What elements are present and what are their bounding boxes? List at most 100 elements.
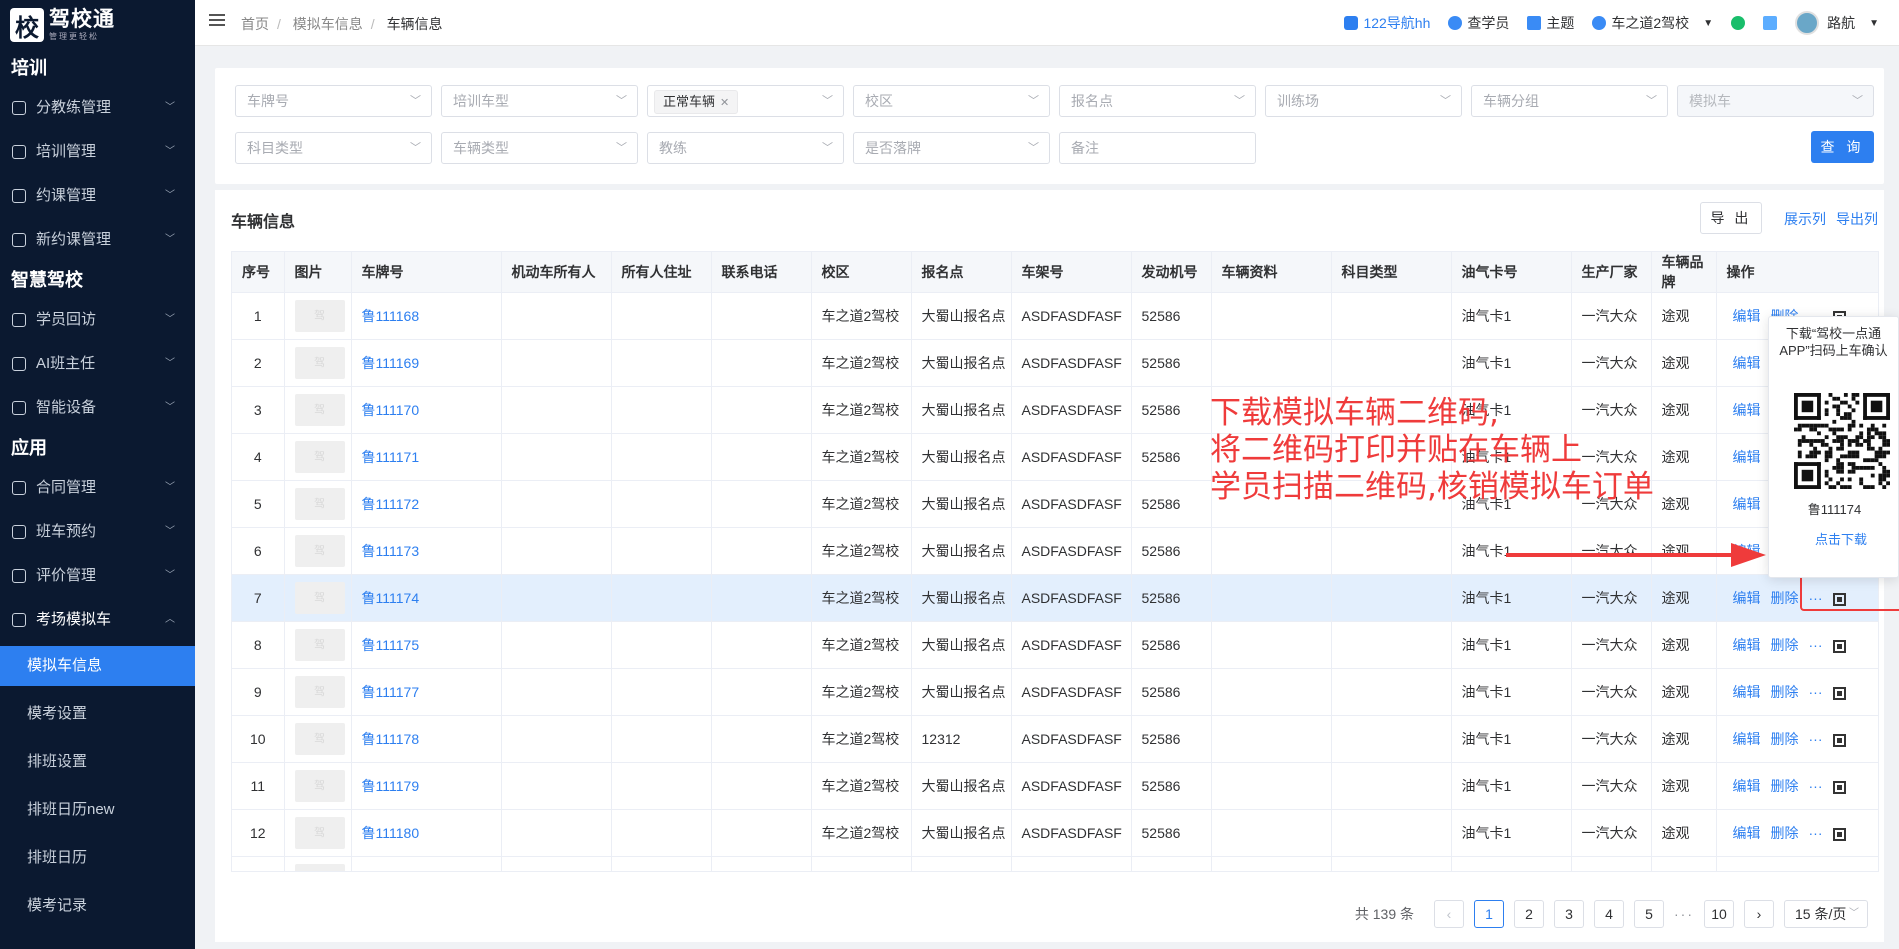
breadcrumb-sim-car[interactable]: 模拟车信息 (293, 16, 363, 32)
page-button[interactable]: 3 (1554, 900, 1584, 928)
edit-button[interactable]: 编辑 (1733, 590, 1761, 606)
plate-link[interactable]: 鲁111177 (362, 684, 420, 700)
more-button[interactable]: ··· (1809, 637, 1823, 653)
sidebar-subitem[interactable]: 排班日历 (0, 834, 195, 882)
table-row[interactable]: 1 驾 鲁111168 车之道2驾校 大蜀山报名点 ASDFASDFASF 52586 油气卡… (232, 292, 1878, 340)
plate-link[interactable]: 鲁111168 (362, 308, 420, 324)
delete-button[interactable]: 删除 (1771, 590, 1799, 606)
coach-select[interactable]: 教练 ﹀ (647, 132, 844, 164)
delete-button[interactable]: 删除 (1771, 778, 1799, 794)
sidebar-subitem[interactable]: 排班日历new (0, 786, 195, 834)
refresh-icon[interactable] (1731, 16, 1746, 30)
plate-link[interactable]: 鲁111173 (362, 543, 420, 559)
sidebar-item[interactable]: 班车预约 ﹀ (0, 510, 195, 554)
edit-button[interactable]: 编辑 (1733, 825, 1761, 841)
remark-input[interactable]: 备注 (1059, 132, 1256, 164)
table-row[interactable]: 11 驾 鲁111179 车之道2驾校 大蜀山报名点 ASDFASDFASF 52586 油气… (232, 762, 1878, 810)
user-menu[interactable]: 路航 ▼ (1795, 11, 1879, 35)
export-columns-link[interactable]: 导出列 (1836, 209, 1878, 229)
export-button[interactable]: 导 出 (1700, 202, 1762, 234)
sidebar-item[interactable]: AI班主任 ﹀ (0, 342, 195, 386)
table-row[interactable]: 2 驾 鲁111169 车之道2驾校 大蜀山报名点 ASDFASDFASF 52586 油气卡… (232, 339, 1878, 387)
breadcrumb-home[interactable]: 首页 (241, 16, 269, 32)
qrcode-icon[interactable] (1832, 639, 1846, 653)
train-type-select[interactable]: 培训车型 ﹀ (441, 85, 638, 117)
vehicle-group-select[interactable]: 车辆分组 ﹀ (1471, 85, 1668, 117)
plate-link[interactable]: 鲁111179 (362, 778, 420, 794)
query-student-button[interactable]: 查学员 (1448, 13, 1509, 33)
vehicle-type-select[interactable]: 车辆类型 ﹀ (441, 132, 638, 164)
page-button[interactable]: 4 (1594, 900, 1624, 928)
plate-link[interactable]: 鲁111171 (362, 449, 420, 465)
training-field-select[interactable]: 训练场 ﹀ (1265, 85, 1462, 117)
more-button[interactable]: ··· (1809, 731, 1823, 747)
edit-button[interactable]: 编辑 (1733, 637, 1761, 653)
sidebar-item[interactable]: 约课管理 ﹀ (0, 174, 195, 218)
plate-link[interactable]: 鲁111180 (362, 825, 420, 841)
plate-link[interactable]: 鲁111172 (362, 496, 420, 512)
qrcode-icon[interactable] (1832, 686, 1846, 700)
edit-button[interactable]: 编辑 (1733, 731, 1761, 747)
edit-button[interactable]: 编辑 (1733, 684, 1761, 700)
plate-link[interactable]: 鲁111178 (362, 731, 420, 747)
campus-select[interactable]: 校区 ﹀ (853, 85, 1050, 117)
table-row[interactable]: 6 驾 鲁111173 车之道2驾校 大蜀山报名点 ASDFASDFASF 52586 油气卡… (232, 527, 1878, 575)
nav-link[interactable]: 122导航hh (1344, 13, 1430, 33)
sidebar-subitem[interactable]: 模考记录 (0, 882, 195, 930)
screen-icon[interactable] (1763, 16, 1778, 30)
sidebar-item[interactable]: 评价管理 ﹀ (0, 554, 195, 598)
download-qr-link[interactable]: 点击下载 (1815, 529, 1867, 548)
table-row[interactable]: 12 驾 鲁111180 车之道2驾校 大蜀山报名点 ASDFASDFASF 52586 油气… (232, 809, 1878, 857)
table-row[interactable]: 13 驾鲁111181 车之道2驾校大蜀山报名点ASDFASDFASF52586 油气… (232, 856, 1878, 871)
qrcode-icon[interactable] (1832, 733, 1846, 747)
edit-button[interactable]: 编辑 (1733, 496, 1761, 512)
plate-select[interactable]: 车牌号 ﹀ (235, 85, 432, 117)
sidebar-subitem[interactable]: 模考设置 (0, 690, 195, 738)
plate-link[interactable]: 鲁111170 (362, 402, 420, 418)
page-ellipsis[interactable]: ··· (1674, 906, 1694, 922)
page-last[interactable]: 10 (1704, 900, 1734, 928)
plate-link[interactable]: 鲁111175 (362, 637, 420, 653)
table-row[interactable]: 10 驾 鲁111178 车之道2驾校 12312 ASDFASDFASF 52586 油气卡… (232, 715, 1878, 763)
qrcode-icon[interactable] (1832, 780, 1846, 794)
page-button[interactable]: 1 (1474, 900, 1504, 928)
menu-fold-icon[interactable] (209, 14, 225, 28)
edit-button[interactable]: 编辑 (1733, 355, 1761, 371)
edit-button[interactable]: 编辑 (1733, 402, 1761, 418)
table-row[interactable]: 9 驾 鲁111177 车之道2驾校 大蜀山报名点 ASDFASDFASF 52586 油气卡… (232, 668, 1878, 716)
sidebar-item[interactable]: 合同管理 ﹀ (0, 466, 195, 510)
sidebar-subitem[interactable]: 排班设置 (0, 738, 195, 786)
table-row[interactable]: 8 驾 鲁111175 车之道2驾校 大蜀山报名点 ASDFASDFASF 52586 油气卡… (232, 621, 1878, 669)
show-columns-link[interactable]: 展示列 (1784, 209, 1826, 229)
page-button[interactable]: 5 (1634, 900, 1664, 928)
subject-type-select[interactable]: 科目类型 ﹀ (235, 132, 432, 164)
page-button[interactable]: 2 (1514, 900, 1544, 928)
school-select[interactable]: 车之道2驾校 ▼ (1592, 13, 1713, 33)
qrcode-icon[interactable] (1832, 827, 1846, 841)
status-select[interactable]: 正常车辆 ✕ ﹀ (647, 85, 844, 117)
plate-link[interactable]: 鲁111169 (362, 355, 420, 371)
delete-button[interactable]: 删除 (1771, 684, 1799, 700)
sidebar-item[interactable]: 学员回访 ﹀ (0, 298, 195, 342)
sidebar-item[interactable]: 考场模拟车 ︿ (0, 598, 195, 642)
more-button[interactable]: ··· (1809, 684, 1823, 700)
sidebar-item[interactable]: 智能设备 ﹀ (0, 386, 195, 430)
sidebar-subitem[interactable]: 模拟车信息 (0, 646, 195, 686)
signup-point-select[interactable]: 报名点 ﹀ (1059, 85, 1256, 117)
page-size-select[interactable]: 15 条/页 ﹀ (1784, 900, 1868, 928)
edit-button[interactable]: 编辑 (1733, 449, 1761, 465)
query-button[interactable]: 查 询 (1811, 131, 1874, 163)
sidebar-item[interactable]: 培训管理 ﹀ (0, 130, 195, 174)
plate-link[interactable]: 鲁111174 (362, 590, 420, 606)
more-button[interactable]: ··· (1809, 825, 1823, 841)
sidebar-item[interactable]: 新约课管理 ﹀ (0, 218, 195, 262)
more-button[interactable]: ··· (1809, 778, 1823, 794)
delete-button[interactable]: 删除 (1771, 731, 1799, 747)
theme-button[interactable]: 主题 (1527, 13, 1574, 33)
sidebar-item[interactable]: 分教练管理 ﹀ (0, 86, 195, 130)
edit-button[interactable]: 编辑 (1733, 778, 1761, 794)
next-page-button[interactable]: › (1744, 900, 1774, 928)
tag-close-icon[interactable]: ✕ (720, 97, 729, 109)
delete-button[interactable]: 删除 (1771, 637, 1799, 653)
table-row[interactable]: 7 驾 鲁111174 车之道2驾校 大蜀山报名点 ASDFASDFASF 52586 油气卡… (232, 574, 1878, 622)
